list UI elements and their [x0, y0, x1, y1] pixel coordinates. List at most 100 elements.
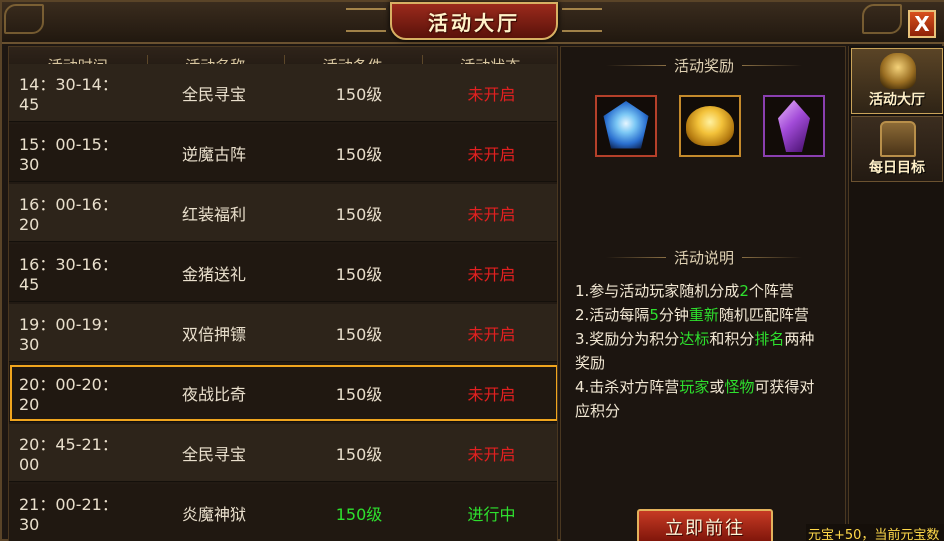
corner-ornament-left	[4, 4, 44, 34]
tab-label: 活动大厅	[869, 92, 925, 108]
heading-divider-left	[605, 256, 666, 258]
activity-condition: 150级	[335, 324, 383, 344]
activity-name: 全民寻宝	[181, 444, 246, 464]
description-text-part: 3.奖励分为积分	[575, 330, 680, 348]
activity-status: 未开启	[467, 144, 516, 164]
activity-name: 金猪送礼	[181, 264, 246, 284]
window-title: 活动大厅	[428, 10, 520, 35]
reward-item-1[interactable]	[595, 95, 657, 157]
description-line: 奖励	[575, 351, 837, 375]
description-text: 1.参与活动玩家随机分成2个阵营 2.活动每隔5分钟重新随机匹配阵营 3.奖励分为积…	[575, 279, 837, 423]
activity-name: 红装福利	[181, 204, 246, 224]
activity-status: 进行中	[467, 504, 516, 524]
table-row[interactable]: 20：45-21：00 全民寻宝 150级 未开启	[9, 424, 557, 482]
description-text-part: 4.击杀对方阵营	[575, 378, 680, 396]
tab-activity-hall[interactable]: 活动大厅	[851, 48, 943, 114]
description-text-part: 和积分	[709, 330, 755, 348]
title-bar: 活动大厅 X	[2, 2, 944, 44]
activity-condition: 150级	[335, 444, 383, 464]
activity-time: 16：30-16：45	[19, 255, 118, 294]
title-ornament-left	[346, 8, 386, 32]
purple-crystal-icon	[778, 100, 810, 152]
description-text-part: 可获得对	[754, 378, 815, 396]
activity-condition: 150级	[335, 204, 383, 224]
highlight-text: 排名	[754, 330, 785, 348]
activity-status: 未开启	[467, 324, 516, 344]
activity-time: 19：00-19：30	[19, 315, 118, 354]
reward-notice: 元宝+50，当前元宝数	[806, 524, 944, 541]
table-row[interactable]: 16：30-16：45 金猪送礼 150级 未开启	[9, 244, 557, 302]
corner-ornament-right	[862, 4, 902, 34]
activity-name: 双倍押镖	[181, 324, 246, 344]
activity-condition: 150级	[335, 504, 383, 524]
description-line: 4.击杀对方阵营玩家或怪物可获得对	[575, 375, 837, 399]
tab-label: 每日目标	[869, 160, 925, 176]
table-row[interactable]: 19：00-19：30 双倍押镖 150级 未开启	[9, 304, 557, 362]
description-text-part: 1.参与活动玩家随机分成	[575, 282, 740, 300]
description-heading: 活动说明	[561, 245, 847, 269]
description-text-part: 2.活动每隔	[575, 306, 650, 324]
reward-item-2[interactable]	[679, 95, 741, 157]
blue-crystal-icon	[603, 101, 649, 149]
heading-divider-right	[742, 64, 802, 66]
info-panel: 活动奖励 活动说明 1.参与活动玩家随机分成2个阵营 2.活动每隔5分钟重新随机匹…	[560, 46, 846, 541]
highlight-text: 怪物	[724, 378, 755, 396]
description-text-part: 奖励	[575, 354, 606, 372]
highlight-text: 重新	[688, 306, 719, 324]
description-line: 应积分	[575, 399, 837, 423]
activity-time: 21：00-21：30	[19, 495, 118, 534]
table-row[interactable]: 14：30-14：45 全民寻宝 150级 未开启	[9, 64, 557, 122]
activity-time: 14：30-14：45	[19, 75, 118, 114]
rewards-title: 活动奖励	[673, 56, 734, 75]
activity-time: 20：00-20：20	[19, 375, 118, 414]
highlight-text: 2	[739, 282, 749, 300]
highlight-text: 5	[649, 306, 659, 324]
activity-condition: 150级	[335, 264, 383, 284]
description-text-part: 应积分	[575, 402, 621, 420]
tab-daily-goals[interactable]: 每日目标	[851, 116, 943, 182]
activity-status: 未开启	[467, 84, 516, 104]
activity-name: 夜战比奇	[181, 384, 246, 404]
close-icon: X	[914, 12, 930, 36]
activity-status: 未开启	[467, 384, 516, 404]
activity-name: 全民寻宝	[181, 84, 246, 104]
table-row[interactable]: 21：00-21：30 炎魔神狱 150级 进行中	[9, 484, 557, 541]
heading-divider-left	[605, 64, 666, 66]
description-text-part: 两种	[784, 330, 815, 348]
side-tab-bar: 活动大厅 每日目标	[848, 46, 944, 541]
activity-condition: 150级	[335, 384, 383, 404]
activity-status: 未开启	[467, 264, 516, 284]
activity-name: 炎魔神狱	[181, 504, 246, 524]
close-button[interactable]: X	[908, 10, 936, 38]
description-text-part: 个阵营	[748, 282, 794, 300]
activity-name: 逆魔古阵	[181, 144, 246, 164]
highlight-text: 达标	[679, 330, 710, 348]
description-text-part: 分钟	[658, 306, 689, 324]
description-line: 2.活动每隔5分钟重新随机匹配阵营	[575, 303, 837, 327]
gold-ingot-icon	[686, 106, 734, 146]
treasure-chest-icon	[880, 121, 916, 157]
heading-divider-right	[742, 256, 802, 258]
helmet-icon	[880, 53, 916, 89]
activity-condition: 150级	[335, 84, 383, 104]
table-row[interactable]: 15：00-15：30 逆魔古阵 150级 未开启	[9, 124, 557, 182]
table-row[interactable]: 20：00-20：20 夜战比奇 150级 未开启	[9, 364, 557, 422]
activity-status: 未开启	[467, 444, 516, 464]
description-title: 活动说明	[673, 248, 734, 267]
window-title-plate: 活动大厅	[390, 2, 558, 40]
rewards-heading: 活动奖励	[561, 53, 847, 77]
activity-time: 20：45-21：00	[19, 435, 118, 474]
highlight-text: 玩家	[679, 378, 710, 396]
title-ornament-right	[562, 8, 602, 32]
go-now-button[interactable]: 立即前往	[637, 509, 773, 541]
activity-table: 活动时间 活动名称 活动条件 活动状态 14：30-14：45全民寻宝150级未…	[8, 46, 558, 541]
activity-condition: 150级	[335, 144, 383, 164]
table-row[interactable]: 16：00-16：20 红装福利 150级 未开启	[9, 184, 557, 242]
activity-time: 16：00-16：20	[19, 195, 118, 234]
description-line: 3.奖励分为积分达标和积分排名两种	[575, 327, 837, 351]
description-text-part: 或	[709, 378, 725, 396]
activity-status: 未开启	[467, 204, 516, 224]
description-line: 1.参与活动玩家随机分成2个阵营	[575, 279, 837, 303]
description-text-part: 随机匹配阵营	[718, 306, 809, 324]
reward-item-3[interactable]	[763, 95, 825, 157]
